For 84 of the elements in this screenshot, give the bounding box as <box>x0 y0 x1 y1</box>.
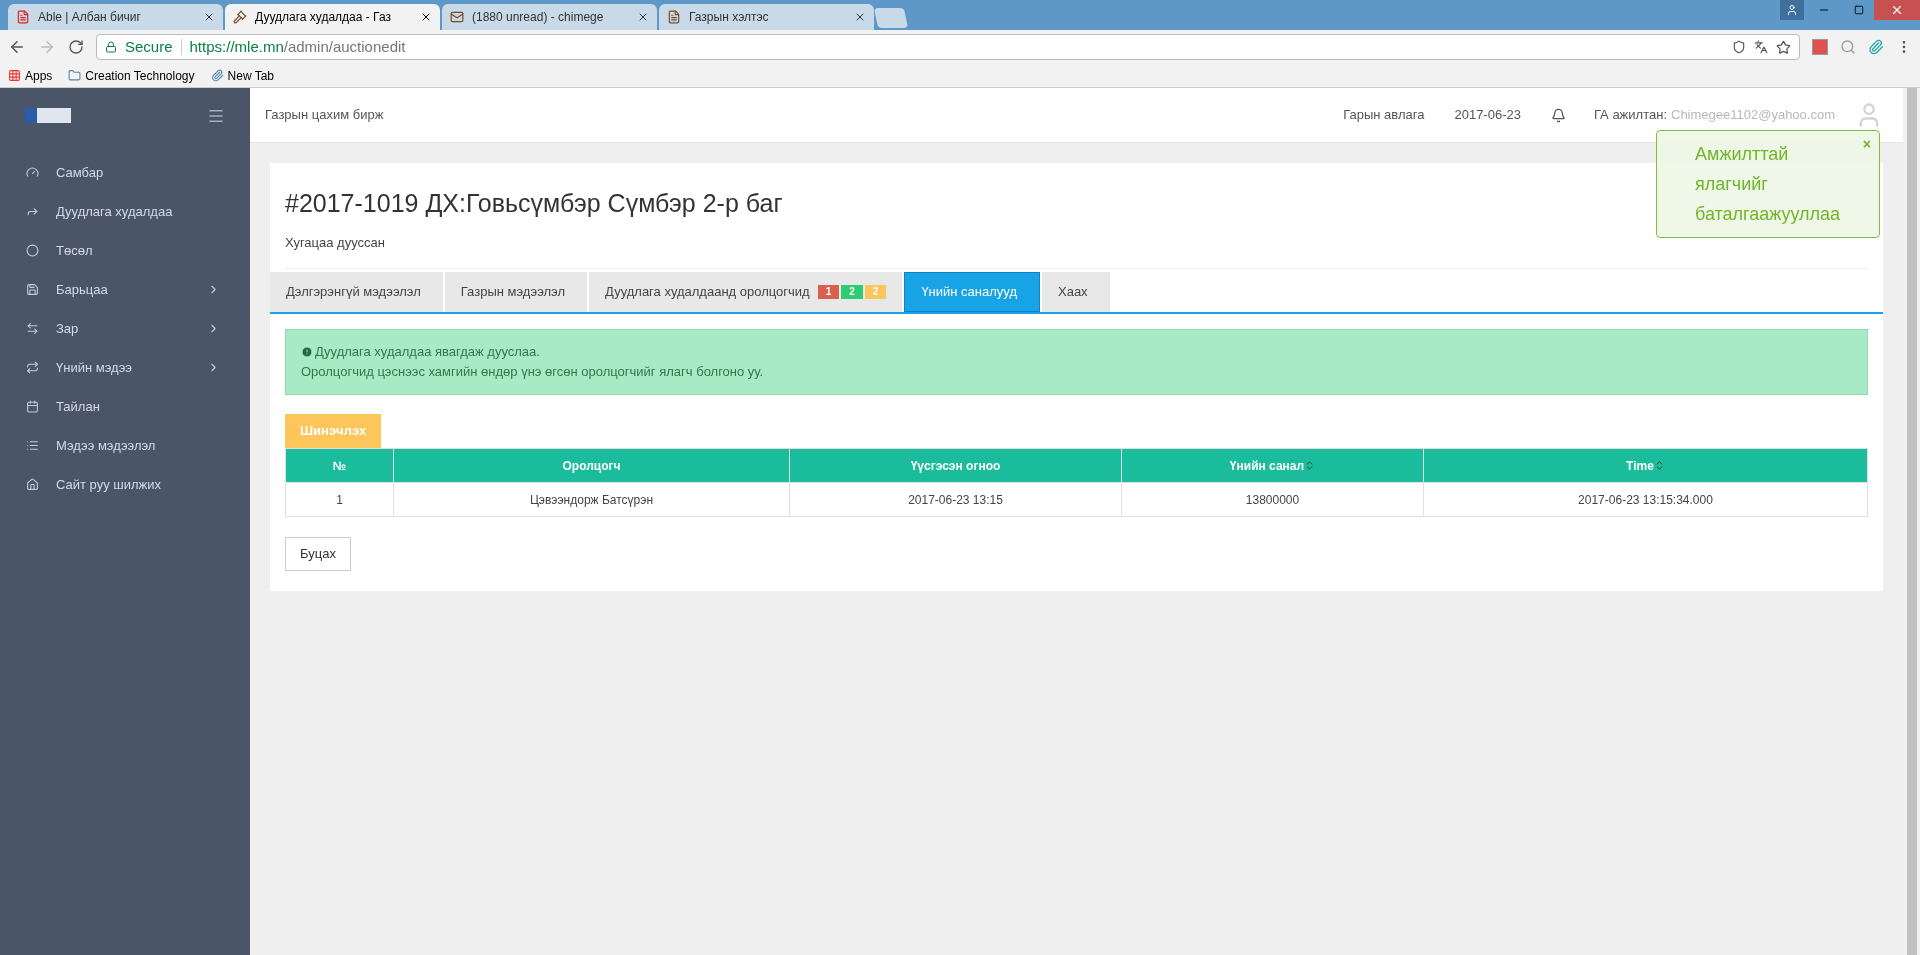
header-link[interactable]: 2017-06-23 <box>1454 105 1521 125</box>
count-badge: 2 <box>864 285 887 299</box>
close-icon[interactable] <box>854 11 866 23</box>
section-tab[interactable]: Газрын мэдээлэл <box>444 272 588 312</box>
tab-title: Дуудлага худалдаа - Газ <box>255 9 392 26</box>
alert-text: Оролцогчид цэснээс хамгийн өндөр үнэ өгсөн оролцогчийг ялагч болгоно уу. <box>301 363 765 381</box>
back-button[interactable]: Буцах <box>285 537 351 571</box>
bookmark-link[interactable]: New Tab <box>210 66 275 85</box>
browser-tab[interactable]: Able | Албан бичиг <box>8 4 223 30</box>
table-cell: 13800000 <box>1121 482 1424 517</box>
profile-button[interactable] <box>1780 0 1804 20</box>
section-tab[interactable]: Дуудлага худалдаанд оролцогчид 1 2 2 <box>589 272 903 312</box>
alert-icon <box>301 346 313 358</box>
user-email: Chimegee1102@yahoo.com <box>1671 106 1835 125</box>
url-text: https://mle.mn/admin/auctionedit <box>189 36 406 57</box>
restore-icon <box>1854 5 1864 15</box>
auction-title: #2017-1019 ДХ:Говьсүмбэр Сүмбэр 2-р баг <box>285 188 783 219</box>
gavel-icon <box>233 10 247 24</box>
table-cell: 2017-06-23 13:15 <box>789 482 1122 517</box>
apps-grid-icon <box>8 69 21 82</box>
secure-label: Secure <box>125 36 173 57</box>
translate-icon[interactable] <box>1754 40 1768 54</box>
count-badge: 2 <box>841 285 863 299</box>
close-icon[interactable] <box>420 11 432 23</box>
star-icon[interactable] <box>1776 39 1791 55</box>
paperclip-icon <box>210 69 224 82</box>
close-icon[interactable] <box>637 11 649 23</box>
home-icon <box>26 478 39 491</box>
swap-arrows-icon <box>26 322 39 335</box>
page-icon <box>667 10 681 24</box>
sidebar-item[interactable]: Зар <box>0 309 250 348</box>
address-bar[interactable]: Secure https://mle.mn/admin/auctionedit <box>96 34 1800 60</box>
browser-tab[interactable]: Газрын хэлтэс <box>659 4 874 30</box>
logo-icon[interactable] <box>25 108 71 123</box>
bell-icon[interactable] <box>1550 107 1566 123</box>
table-cell: 1 <box>285 482 394 517</box>
search-icon[interactable] <box>1840 39 1856 55</box>
bookmark-link[interactable]: Apps <box>8 66 53 85</box>
dot-icon <box>26 244 39 257</box>
section-tab[interactable]: Дэлгэрэнгүй мэдээлэл <box>270 272 443 312</box>
browser-tab[interactable]: (1880 unread) - chimege <box>442 4 657 30</box>
user-role: ГА ажилтан: <box>1593 106 1667 125</box>
tab-title: Able | Албан бичиг <box>38 9 142 26</box>
tab-title: Газрын хэлтэс <box>689 9 770 26</box>
retweet-icon <box>26 361 39 374</box>
user-icon <box>1786 4 1798 16</box>
back-icon[interactable] <box>8 38 26 56</box>
sidebar-item[interactable]: Дуудлага худалдаа <box>0 192 250 231</box>
bookmark-link[interactable]: Creation Technology <box>68 66 195 85</box>
column-header: № <box>285 448 394 483</box>
column-header: Үүсгэсэн огноо <box>789 448 1122 483</box>
sidebar-item[interactable]: Самбар <box>0 153 250 192</box>
envelope-icon <box>450 10 464 24</box>
browser-tab[interactable]: Дуудлага худалдаа - Газ <box>225 4 440 30</box>
section-tab[interactable]: Үнийн саналууд <box>904 272 1040 312</box>
sidebar-item[interactable]: Төсөл <box>0 231 250 270</box>
table-cell: Цэвээндорж Батсүрэн <box>393 482 790 517</box>
shield-icon[interactable] <box>1732 40 1746 54</box>
sidebar-item[interactable]: Мэдээ мэдээлэл <box>0 426 250 465</box>
share-arrow-icon <box>26 205 39 218</box>
header-link[interactable]: Гарын авлага <box>1343 105 1425 125</box>
paperclip-icon[interactable] <box>1868 39 1884 55</box>
lock-icon <box>105 41 117 53</box>
close-icon[interactable] <box>203 11 215 23</box>
count-badge: 1 <box>817 285 840 299</box>
reload-icon[interactable] <box>68 39 84 55</box>
gauge-icon <box>26 166 39 179</box>
tab-title: (1880 unread) - chimege <box>472 9 605 26</box>
toast-message: Амжилттай ялагчийг баталгаажууллаа <box>1695 144 1841 224</box>
section-tab[interactable]: Хаах <box>1042 272 1110 312</box>
sidebar-item[interactable]: Барьцаа <box>0 270 250 309</box>
site-title: Газрын цахим бирж <box>265 106 384 125</box>
sidebar-item[interactable]: Үнийн мэдээ <box>0 348 250 387</box>
calendar-icon <box>26 400 39 413</box>
sidebar-item[interactable]: Тайлан <box>0 387 250 426</box>
close-icon <box>1890 3 1904 17</box>
new-tab-button[interactable] <box>873 8 909 28</box>
scrollbar[interactable] <box>1903 88 1920 955</box>
list-icon <box>26 439 39 452</box>
alert-title: Дуудлага худалдаа явагдаж дууслаа. <box>315 343 540 361</box>
column-header: Оролцогч <box>393 448 790 483</box>
sidebar-item[interactable]: Сайт руу шилжих <box>0 465 250 504</box>
folder-icon <box>68 69 82 82</box>
table-cell: 2017-06-23 13:15:34.000 <box>1423 482 1868 517</box>
